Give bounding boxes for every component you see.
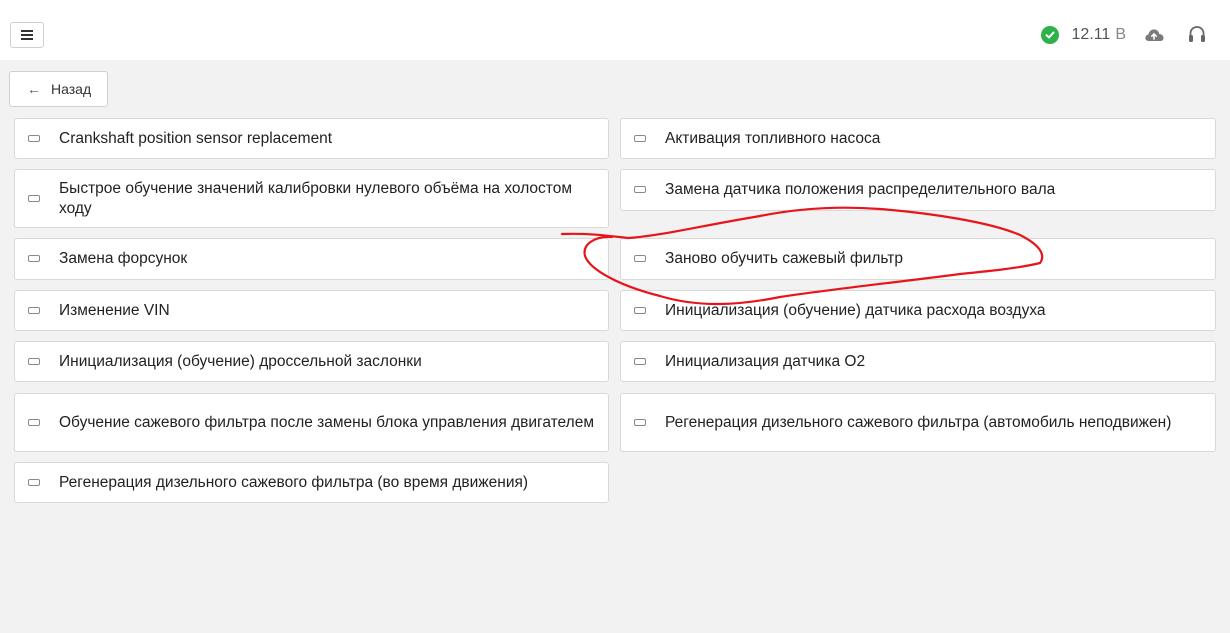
check-circle-icon	[1041, 26, 1060, 44]
procedure-label: Инициализация (обучение) датчика расхода…	[665, 301, 1046, 319]
procedure-item[interactable]: Активация топливного насоса	[620, 118, 1216, 159]
procedure-item[interactable]: Заново обучить сажевый фильтр	[620, 238, 1216, 280]
procedure-label: Изменение VIN	[59, 301, 170, 319]
cloud-upload-icon[interactable]	[1144, 27, 1164, 43]
procedure-item[interactable]: Замена датчика положения распределительн…	[620, 169, 1216, 211]
checkbox-icon	[634, 306, 646, 314]
procedure-label: Заново обучить сажевый фильтр	[665, 250, 904, 267]
procedure-item[interactable]: Замена форсунок	[14, 238, 609, 280]
procedure-label: Инициализация (обучение) дроссельной зас…	[59, 352, 422, 370]
procedure-label: Быстрое обучение значений калибровки нул…	[59, 179, 573, 217]
checkbox-icon	[28, 134, 40, 142]
status-area: 12.11 В	[1041, 24, 1208, 46]
headset-icon[interactable]	[1188, 24, 1208, 46]
procedure-item[interactable]: Инициализация датчика O2	[620, 341, 1216, 382]
arrow-left-icon: ←	[27, 81, 41, 97]
procedure-item[interactable]: Crankshaft position sensor replacement	[14, 118, 609, 159]
checkbox-icon	[28, 357, 40, 365]
checkbox-icon	[28, 418, 40, 426]
procedure-label: Замена форсунок	[59, 250, 188, 267]
battery-voltage-unit: В	[1115, 26, 1126, 43]
procedure-item[interactable]: Регенерация дизельного сажевого фильтра …	[620, 393, 1216, 452]
back-button[interactable]: ← Назад	[9, 71, 108, 107]
procedure-item[interactable]: Регенерация дизельного сажевого фильтра …	[14, 462, 609, 503]
procedure-label: Регенерация дизельного сажевого фильтра …	[59, 473, 529, 491]
procedure-item[interactable]: Изменение VIN	[14, 290, 609, 331]
procedure-label: Замена датчика положения распределительн…	[665, 181, 1056, 198]
checkbox-icon	[634, 357, 646, 365]
procedure-label: Обучение сажевого фильтра после замены б…	[59, 413, 594, 431]
procedure-label: Инициализация датчика O2	[665, 352, 866, 370]
procedure-label: Регенерация дизельного сажевого фильтра …	[665, 413, 1172, 431]
top-bar: 12.11 В	[0, 0, 1230, 60]
back-button-label: Назад	[51, 81, 92, 97]
checkbox-icon	[28, 255, 40, 262]
checkbox-icon	[634, 134, 646, 142]
checkbox-icon	[28, 478, 40, 486]
checkbox-icon	[634, 186, 646, 193]
menu-button[interactable]	[10, 22, 44, 48]
checkbox-icon	[634, 255, 646, 262]
procedure-item[interactable]: Обучение сажевого фильтра после замены б…	[14, 393, 609, 452]
procedure-label: Активация топливного насоса	[665, 129, 881, 147]
checkbox-icon	[28, 194, 40, 202]
procedure-item[interactable]: Инициализация (обучение) дроссельной зас…	[14, 341, 609, 382]
battery-voltage-value: 12.11	[1071, 26, 1111, 43]
procedure-label: Crankshaft position sensor replacement	[59, 129, 333, 147]
checkbox-icon	[634, 418, 646, 426]
procedure-item[interactable]: Быстрое обучение значений калибровки нул…	[14, 169, 609, 228]
hamburger-menu-icon	[21, 30, 33, 40]
procedure-item[interactable]: Инициализация (обучение) датчика расхода…	[620, 290, 1216, 331]
checkbox-icon	[28, 306, 40, 314]
